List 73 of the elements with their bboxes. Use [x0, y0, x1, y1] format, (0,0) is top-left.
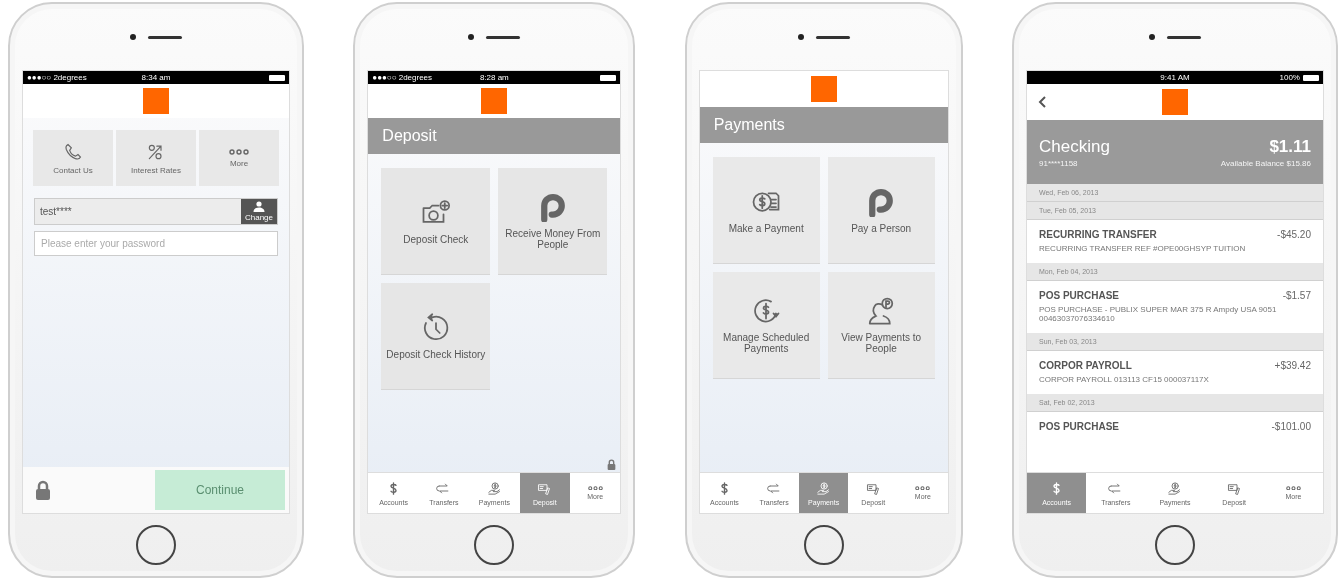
speaker-slot	[148, 35, 182, 39]
page-title: Deposit	[382, 127, 437, 145]
more-dots-icon	[229, 148, 249, 155]
battery-icon	[600, 74, 617, 81]
home-button[interactable]	[803, 525, 844, 565]
transaction-row[interactable]: POS PURCHASE -$101.00	[1027, 412, 1323, 442]
transaction-title: CORPOR PAYROLL	[1039, 360, 1132, 371]
camera-dot	[130, 34, 136, 40]
account-balance: $1.11	[1269, 136, 1311, 157]
transfer-arrows-icon	[436, 480, 452, 496]
page-title: Payments	[713, 116, 785, 134]
status-time: 8:28 am	[479, 73, 509, 82]
bank-logo	[1162, 89, 1188, 115]
account-name: Checking	[1039, 136, 1110, 157]
password-field[interactable]: Please enter your password	[34, 231, 278, 256]
menu-tile[interactable]: Make a Payment	[712, 157, 820, 264]
transfer-arrows-icon	[766, 480, 782, 496]
quick-action-tile[interactable]: Contact Us	[33, 130, 113, 186]
username-field[interactable]: test**** Change	[34, 198, 278, 225]
available-balance: Available Balance $15.86	[1220, 158, 1311, 168]
speaker-slot	[1167, 35, 1201, 39]
menu-tile[interactable]: Deposit Check History	[381, 283, 491, 390]
more-dots-icon	[587, 485, 603, 491]
lock-icon	[35, 480, 51, 500]
menu-tile[interactable]: Manage Scheduled Payments	[712, 272, 820, 379]
bank-logo	[481, 88, 508, 114]
status-time: 8:34 am	[141, 73, 171, 82]
carrier-signal: ●●●○○ 2degrees	[372, 73, 433, 82]
hand-coin-icon	[486, 480, 502, 496]
transaction-amount: +$39.42	[1274, 360, 1311, 371]
battery-icon	[1302, 74, 1319, 81]
menu-tile[interactable]: View Payments to People	[827, 272, 935, 379]
transaction-title: POS PURCHASE	[1039, 421, 1119, 432]
camera-dot	[797, 34, 804, 40]
status-time: 9:41 AM	[1160, 73, 1190, 82]
transaction-amount: -$101.00	[1271, 421, 1311, 432]
transaction-row[interactable]: CORPOR PAYROLL +$39.42 CORPOR PAYROLL 013113 CF15 000037117X	[1027, 351, 1323, 394]
bank-logo	[143, 88, 169, 114]
battery-percent: 100%	[1279, 73, 1300, 82]
transaction-row[interactable]: RECURRING TRANSFER -$45.20 RECURRING TRANSFER REF #OPE00GHSYP TUITION	[1027, 220, 1323, 263]
account-number: 91****1158	[1039, 158, 1079, 168]
hand-coin-icon	[816, 480, 832, 496]
camera-dot	[468, 34, 475, 40]
back-chevron-icon[interactable]	[1037, 95, 1047, 109]
home-button[interactable]	[1155, 525, 1195, 565]
quick-action-tile[interactable]: More	[199, 130, 279, 186]
speaker-slot	[486, 35, 521, 39]
menu-tile[interactable]: Deposit Check	[381, 168, 491, 275]
transaction-title: POS PURCHASE	[1039, 290, 1119, 301]
transaction-amount: -$45.20	[1277, 229, 1311, 240]
speaker-slot	[815, 35, 850, 39]
more-dots-icon	[1285, 485, 1301, 491]
home-button[interactable]	[136, 525, 176, 565]
menu-tile[interactable]: Receive Money From People	[498, 168, 608, 275]
transfer-arrows-icon	[1108, 480, 1124, 496]
transaction-row[interactable]: POS PURCHASE -$1.57 POS PURCHASE - PUBLIX SUPER MAR 375 R Ampdy USA 9051 00463037076334610	[1027, 281, 1323, 333]
transaction-title: RECURRING TRANSFER	[1039, 229, 1157, 240]
camera-dot	[1149, 34, 1155, 40]
menu-tile[interactable]: Pay a Person	[827, 157, 935, 264]
phone-icon	[63, 141, 83, 162]
carrier-signal: ●●●○○ 2degrees	[27, 73, 87, 82]
battery-icon	[269, 74, 285, 81]
transaction-description: POS PURCHASE - PUBLIX SUPER MAR 375 R Ampdy USA 9051 00463037076334610	[1039, 305, 1278, 323]
more-dots-icon	[915, 485, 931, 491]
transaction-description: RECURRING TRANSFER REF #OPE00GHSYP TUITION	[1039, 244, 1247, 253]
hand-coin-icon	[1167, 480, 1183, 496]
transaction-description: CORPOR PAYROLL 013113 CF15 000037117X	[1039, 375, 1210, 384]
user-icon	[253, 201, 265, 212]
transaction-amount: -$1.57	[1282, 290, 1311, 301]
change-user-button[interactable]: Change	[241, 199, 277, 224]
bank-logo	[810, 76, 837, 102]
quick-action-tile[interactable]: Interest Rates	[116, 130, 196, 186]
home-button[interactable]	[474, 525, 515, 565]
